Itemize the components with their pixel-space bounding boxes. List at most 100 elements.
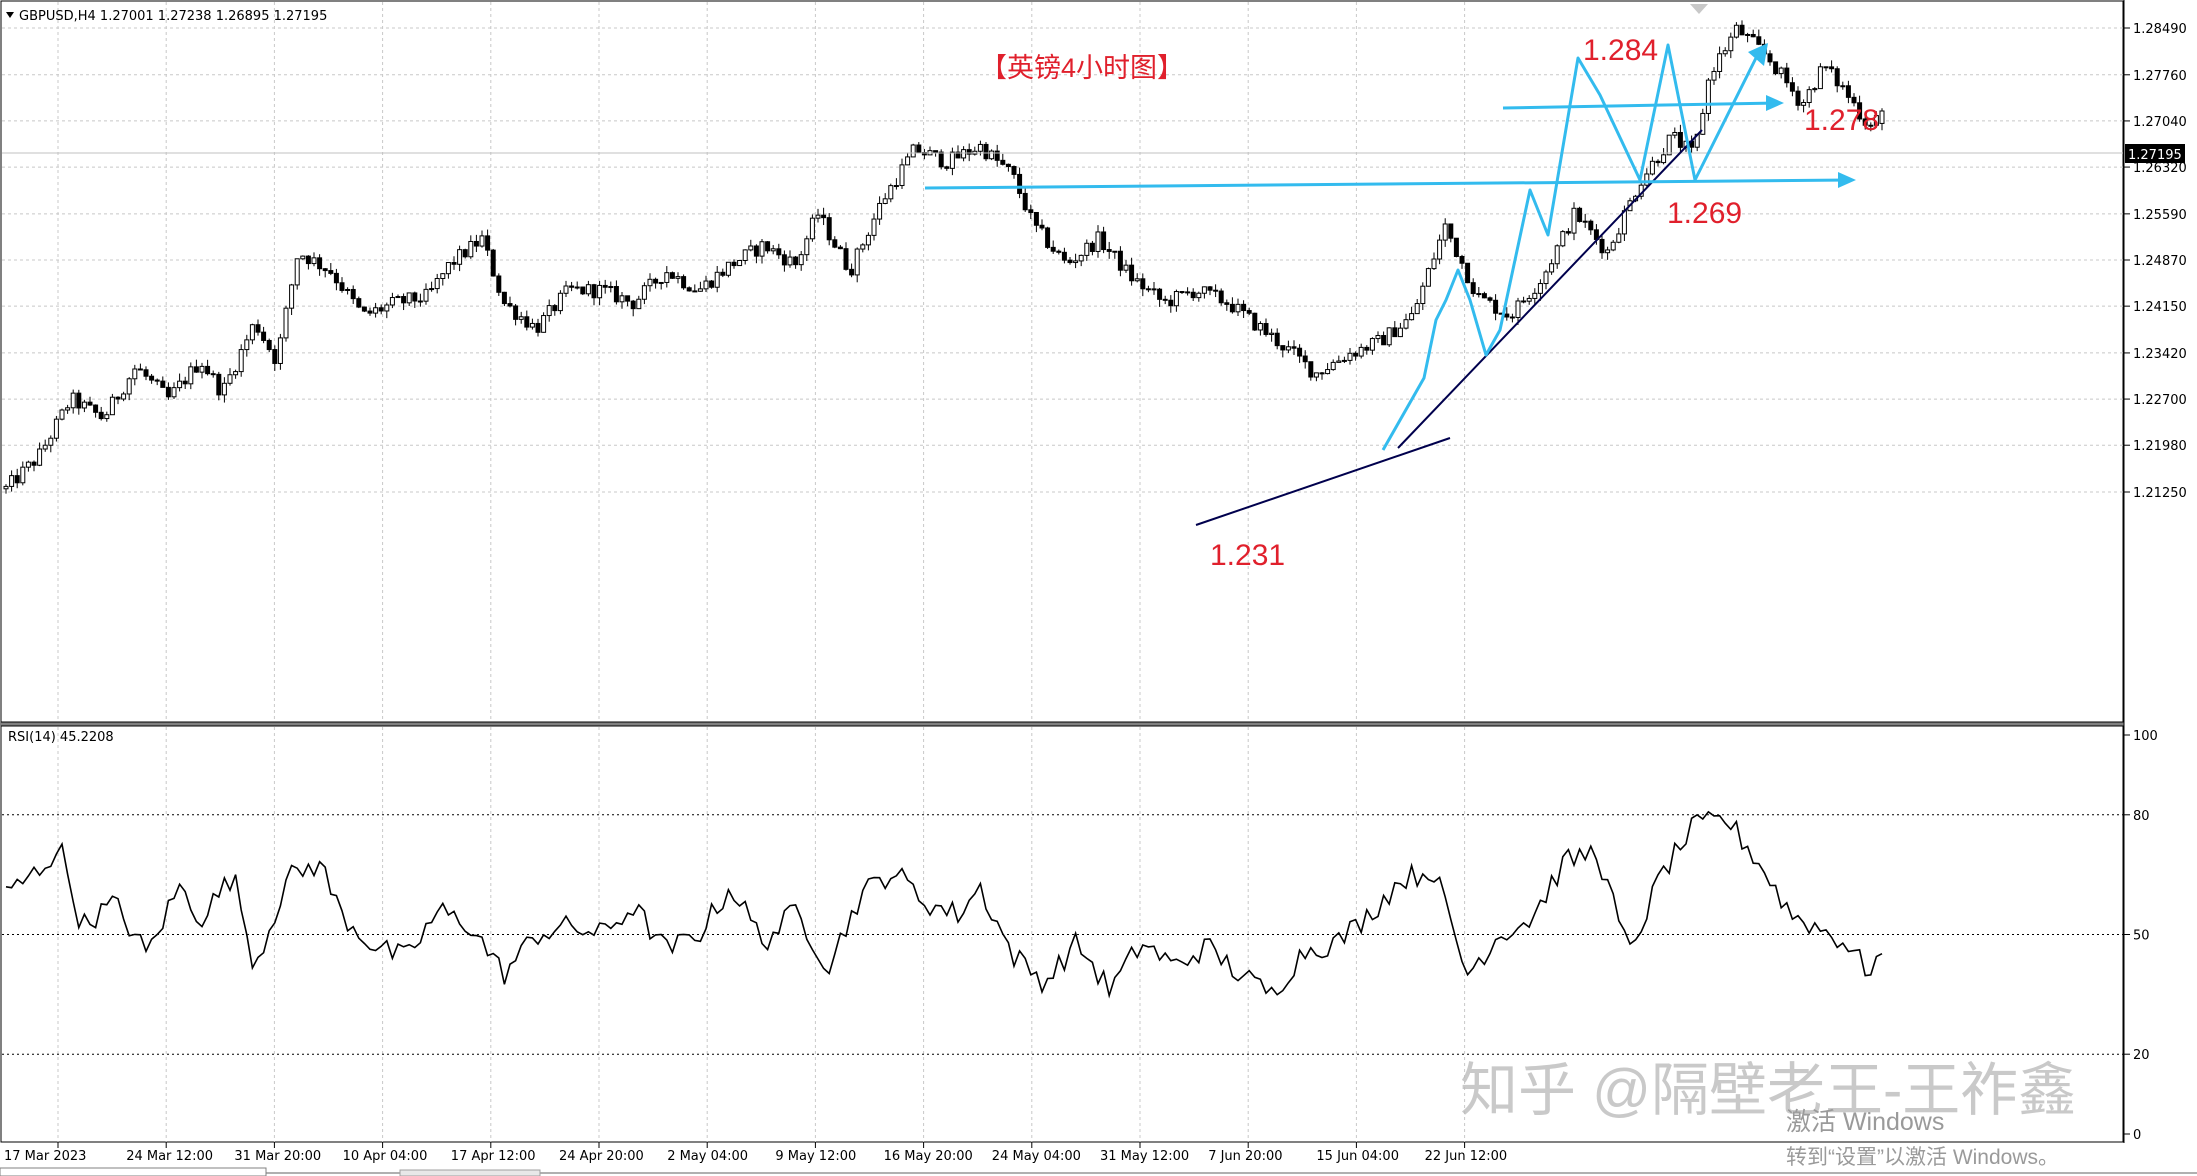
candle-body [457, 249, 463, 265]
symbol-info: GBPUSD,H4 1.27001 1.27238 1.26895 1.2719… [19, 9, 327, 24]
candle-body [1537, 283, 1543, 294]
candle-body [1045, 227, 1051, 248]
candle-body [115, 396, 121, 400]
candle-body [473, 240, 479, 247]
candle-body [322, 268, 328, 272]
candle-body [210, 373, 216, 376]
candle-body [1773, 61, 1779, 75]
time-tick-label: 2 May 04:00 [667, 1149, 748, 1164]
candle-body [580, 286, 586, 295]
candle-body [76, 392, 82, 409]
candle-body [737, 259, 743, 267]
candle-body [1129, 264, 1135, 282]
candle-body [205, 365, 211, 375]
candle-body [641, 285, 647, 300]
candle-body [1521, 300, 1527, 303]
time-tick-label: 31 May 12:00 [1100, 1149, 1189, 1164]
candle-body [1213, 289, 1219, 292]
candle-body [1229, 303, 1235, 313]
candle-body [143, 369, 149, 377]
candle-body [160, 380, 166, 388]
time-tick-label: 16 May 20:00 [884, 1149, 973, 1164]
candle-body [574, 286, 580, 289]
candle-body [1834, 68, 1840, 87]
candle-body [423, 288, 429, 302]
candle-body [1588, 220, 1594, 231]
candle-body [53, 418, 59, 439]
time-tick-label: 24 Mar 12:00 [126, 1149, 213, 1164]
candle-body [361, 306, 367, 312]
candle-body [1190, 291, 1196, 299]
candle-body [1442, 223, 1448, 241]
candle-body [401, 296, 407, 304]
candle-body [983, 143, 989, 160]
candle-body [1666, 134, 1672, 156]
candle-body [1201, 286, 1207, 294]
candle-body [1112, 250, 1118, 253]
candle-body [1392, 327, 1398, 338]
candle-body [591, 284, 597, 299]
candle-body [1011, 166, 1017, 175]
candle-body [938, 151, 944, 168]
time-tick-label: 31 Mar 20:00 [234, 1149, 321, 1164]
candle-body [1733, 24, 1739, 38]
level-1278-label: 1.278 [1804, 104, 1879, 137]
candle-body [602, 284, 608, 288]
bottom-tab-active[interactable] [0, 1167, 267, 1176]
candle-body [809, 217, 815, 240]
candle-body [412, 292, 418, 302]
candle-body [1476, 293, 1482, 296]
candle-body [1358, 346, 1364, 357]
candle-body [557, 292, 563, 312]
candle-body [1532, 292, 1538, 299]
candle-body [233, 371, 239, 376]
candle-body [59, 409, 65, 420]
candle-body [1767, 53, 1773, 63]
candle-body [776, 248, 782, 256]
price-axis-ticks: 1.28490 1.27760 1.27040 1.26320 1.25590 1.248… [2124, 22, 2187, 501]
rsi-tick-label: 20 [2133, 1048, 2150, 1063]
candle-body [1745, 33, 1751, 36]
candle-body [14, 475, 20, 484]
candle-body [1252, 312, 1258, 331]
price-tick-label: 1.24870 [2133, 254, 2187, 269]
candle-body [9, 475, 15, 487]
candle-body [1101, 231, 1107, 251]
candle-body [221, 382, 227, 396]
candle-body [860, 244, 866, 250]
candle-body [238, 349, 244, 373]
candle-body [686, 287, 692, 292]
candle-body [149, 375, 155, 381]
candle-body [1185, 291, 1191, 294]
candle-body [188, 366, 194, 385]
candle-body [132, 368, 138, 380]
candle-body [485, 235, 491, 251]
candle-body [731, 261, 737, 267]
candle-body [1084, 242, 1090, 256]
candle-body [1353, 352, 1359, 357]
candle-body [255, 324, 261, 333]
candle-body [300, 255, 306, 260]
candle-body [1448, 223, 1454, 239]
candle-body [636, 298, 642, 310]
candle-body [1050, 246, 1056, 252]
candle-body [1078, 254, 1084, 262]
time-tick-label: 24 Apr 20:00 [559, 1149, 644, 1164]
candle-body [1397, 327, 1403, 338]
candle-body [137, 368, 143, 371]
candle-body [1297, 347, 1303, 357]
time-tick-label: 24 May 04:00 [992, 1149, 1081, 1164]
candle-body [1493, 299, 1499, 314]
candle-body [910, 144, 916, 158]
candle-body [1089, 242, 1095, 252]
candle-body [1347, 352, 1353, 361]
activate-windows-line1: 激活 Windows [1786, 1108, 1944, 1136]
candle-body [563, 285, 569, 294]
candle-body [882, 198, 888, 204]
bottom-tab-2[interactable] [399, 1169, 541, 1176]
candle-body [865, 234, 871, 246]
candle-body [1123, 264, 1129, 271]
candle-body [1308, 361, 1314, 378]
candle-body [854, 248, 860, 276]
candle-body [333, 272, 339, 284]
